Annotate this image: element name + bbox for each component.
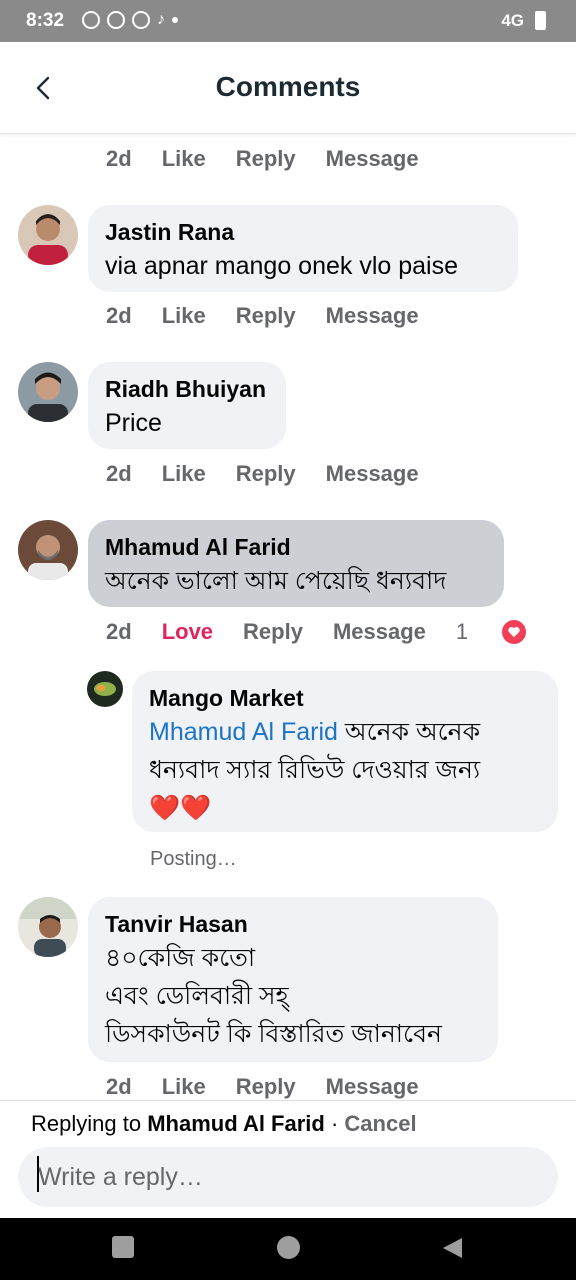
- comment-age: 2d: [106, 146, 132, 171]
- nav-back-icon[interactable]: [440, 1236, 464, 1260]
- sync-icon: [132, 11, 150, 29]
- reply-emoji: ❤️❤️: [149, 794, 212, 822]
- comment-text: Price: [105, 409, 162, 437]
- reply-button[interactable]: Reply: [236, 461, 296, 487]
- avatar[interactable]: [18, 520, 78, 580]
- comment-bubble: Jastin Rana via apnar mango onek vlo pai…: [88, 205, 518, 292]
- comment-age: 2d: [106, 461, 132, 486]
- like-button[interactable]: Like: [162, 1074, 206, 1100]
- comment-age: 2d: [106, 1074, 132, 1099]
- comment-text-line: এবং ডেলিবারী সহ্: [105, 982, 289, 1010]
- reply-input[interactable]: [18, 1147, 558, 1207]
- reply-button[interactable]: Reply: [236, 303, 296, 329]
- page-title: Comments: [215, 71, 361, 102]
- replying-to-name: Mhamud Al Farid: [147, 1111, 325, 1136]
- battery-icon: [535, 11, 546, 30]
- avatar[interactable]: [18, 205, 78, 265]
- like-button[interactable]: Like: [162, 303, 206, 329]
- message-button[interactable]: Message: [326, 1074, 419, 1100]
- comment-age: 2d: [106, 303, 132, 328]
- comment-text-line: ডিসকাউনট কি বিস্তারিত জানাবেন: [105, 1020, 442, 1048]
- message-button[interactable]: Message: [333, 619, 426, 645]
- network-indicator: 4G: [501, 11, 524, 30]
- more-notifications-dot: [172, 17, 178, 23]
- love-reaction-button[interactable]: Love: [162, 619, 213, 645]
- tiktok-icon: ♪: [157, 11, 165, 28]
- message-button[interactable]: Message: [326, 146, 419, 172]
- data-saver-icon: [107, 11, 125, 29]
- reply-button[interactable]: Reply: [236, 146, 296, 172]
- cancel-reply-button[interactable]: Cancel: [344, 1111, 416, 1136]
- comment-text-line: ৪০কেজি কতো: [105, 944, 256, 972]
- comment-actions: 2d Like Reply Message: [106, 461, 449, 487]
- reply-bubble: Mango Market Mhamud Al Farid অনেক অনেক ধ…: [132, 671, 558, 832]
- reply-text-line-1: Mhamud Al Farid অনেক অনেক: [149, 713, 540, 751]
- commenter-name[interactable]: Mhamud Al Farid: [105, 532, 486, 562]
- notification-icons: ♪: [82, 11, 178, 29]
- avatar[interactable]: [18, 362, 78, 422]
- comment-text: অনেক ভালো আম পেয়েছি ধন্যবাদ: [105, 567, 447, 595]
- comments-header: Comments: [0, 42, 576, 134]
- reply-composer: Replying to Mhamud Al Farid · Cancel: [0, 1100, 576, 1218]
- commenter-name[interactable]: Tanvir Hasan: [105, 909, 480, 939]
- replying-to-prefix: Replying to: [31, 1111, 142, 1136]
- message-button[interactable]: Message: [326, 303, 419, 329]
- page-avatar[interactable]: [87, 671, 123, 707]
- comments-feed[interactable]: 2d Like Reply Message Jastin Rana via ap…: [0, 134, 576, 1100]
- commenter-name[interactable]: Mango Market: [149, 683, 540, 713]
- replying-to-label: Replying to Mhamud Al Farid · Cancel: [31, 1111, 417, 1137]
- commenter-name[interactable]: Riadh Bhuiyan: [105, 374, 268, 404]
- reply-text-line-2: ধন্যবাদ স্যার রিভিউ দেওয়ার জন্য: [149, 756, 481, 784]
- messenger-icon: [82, 11, 100, 29]
- status-time: 8:32: [26, 10, 65, 31]
- recent-apps-icon[interactable]: [112, 1236, 134, 1258]
- comment-bubble: Mhamud Al Farid অনেক ভালো আম পেয়েছি ধন্…: [88, 520, 504, 607]
- comment-actions: 2d Like Reply Message: [106, 303, 449, 329]
- message-button[interactable]: Message: [326, 461, 419, 487]
- reply-button[interactable]: Reply: [243, 619, 303, 645]
- comment-bubble: Riadh Bhuiyan Price: [88, 362, 286, 449]
- reaction-count-number: 1: [455, 619, 469, 644]
- home-icon[interactable]: [277, 1236, 300, 1259]
- comment-age: 2d: [106, 619, 132, 644]
- comment-bubble: Tanvir Hasan ৪০কেজি কতো এবং ডেলিবারী সহ্…: [88, 897, 498, 1062]
- avatar[interactable]: [18, 897, 78, 957]
- mention-link[interactable]: Mhamud Al Farid: [149, 718, 338, 746]
- text-cursor: [37, 1156, 39, 1192]
- heart-icon: [502, 620, 527, 644]
- reaction-count[interactable]: 1: [456, 619, 556, 645]
- status-bar: 8:32 ♪ 4G: [0, 0, 576, 42]
- comment-actions: 2d Like Reply Message: [106, 1074, 449, 1100]
- comment-text: via apnar mango onek vlo paise: [105, 252, 459, 280]
- commenter-name[interactable]: Jastin Rana: [105, 217, 500, 247]
- posting-status: Posting…: [150, 848, 237, 870]
- reply-text-part: অনেক অনেক: [337, 718, 481, 746]
- comment-actions: 2d Like Reply Message: [106, 146, 449, 172]
- system-nav-bar: [0, 1218, 576, 1280]
- separator: ·: [324, 1111, 345, 1136]
- like-button[interactable]: Like: [162, 146, 206, 172]
- reply-button[interactable]: Reply: [236, 1074, 296, 1100]
- comment-actions: 2d Love Reply Message 1: [106, 619, 576, 645]
- like-button[interactable]: Like: [162, 461, 206, 487]
